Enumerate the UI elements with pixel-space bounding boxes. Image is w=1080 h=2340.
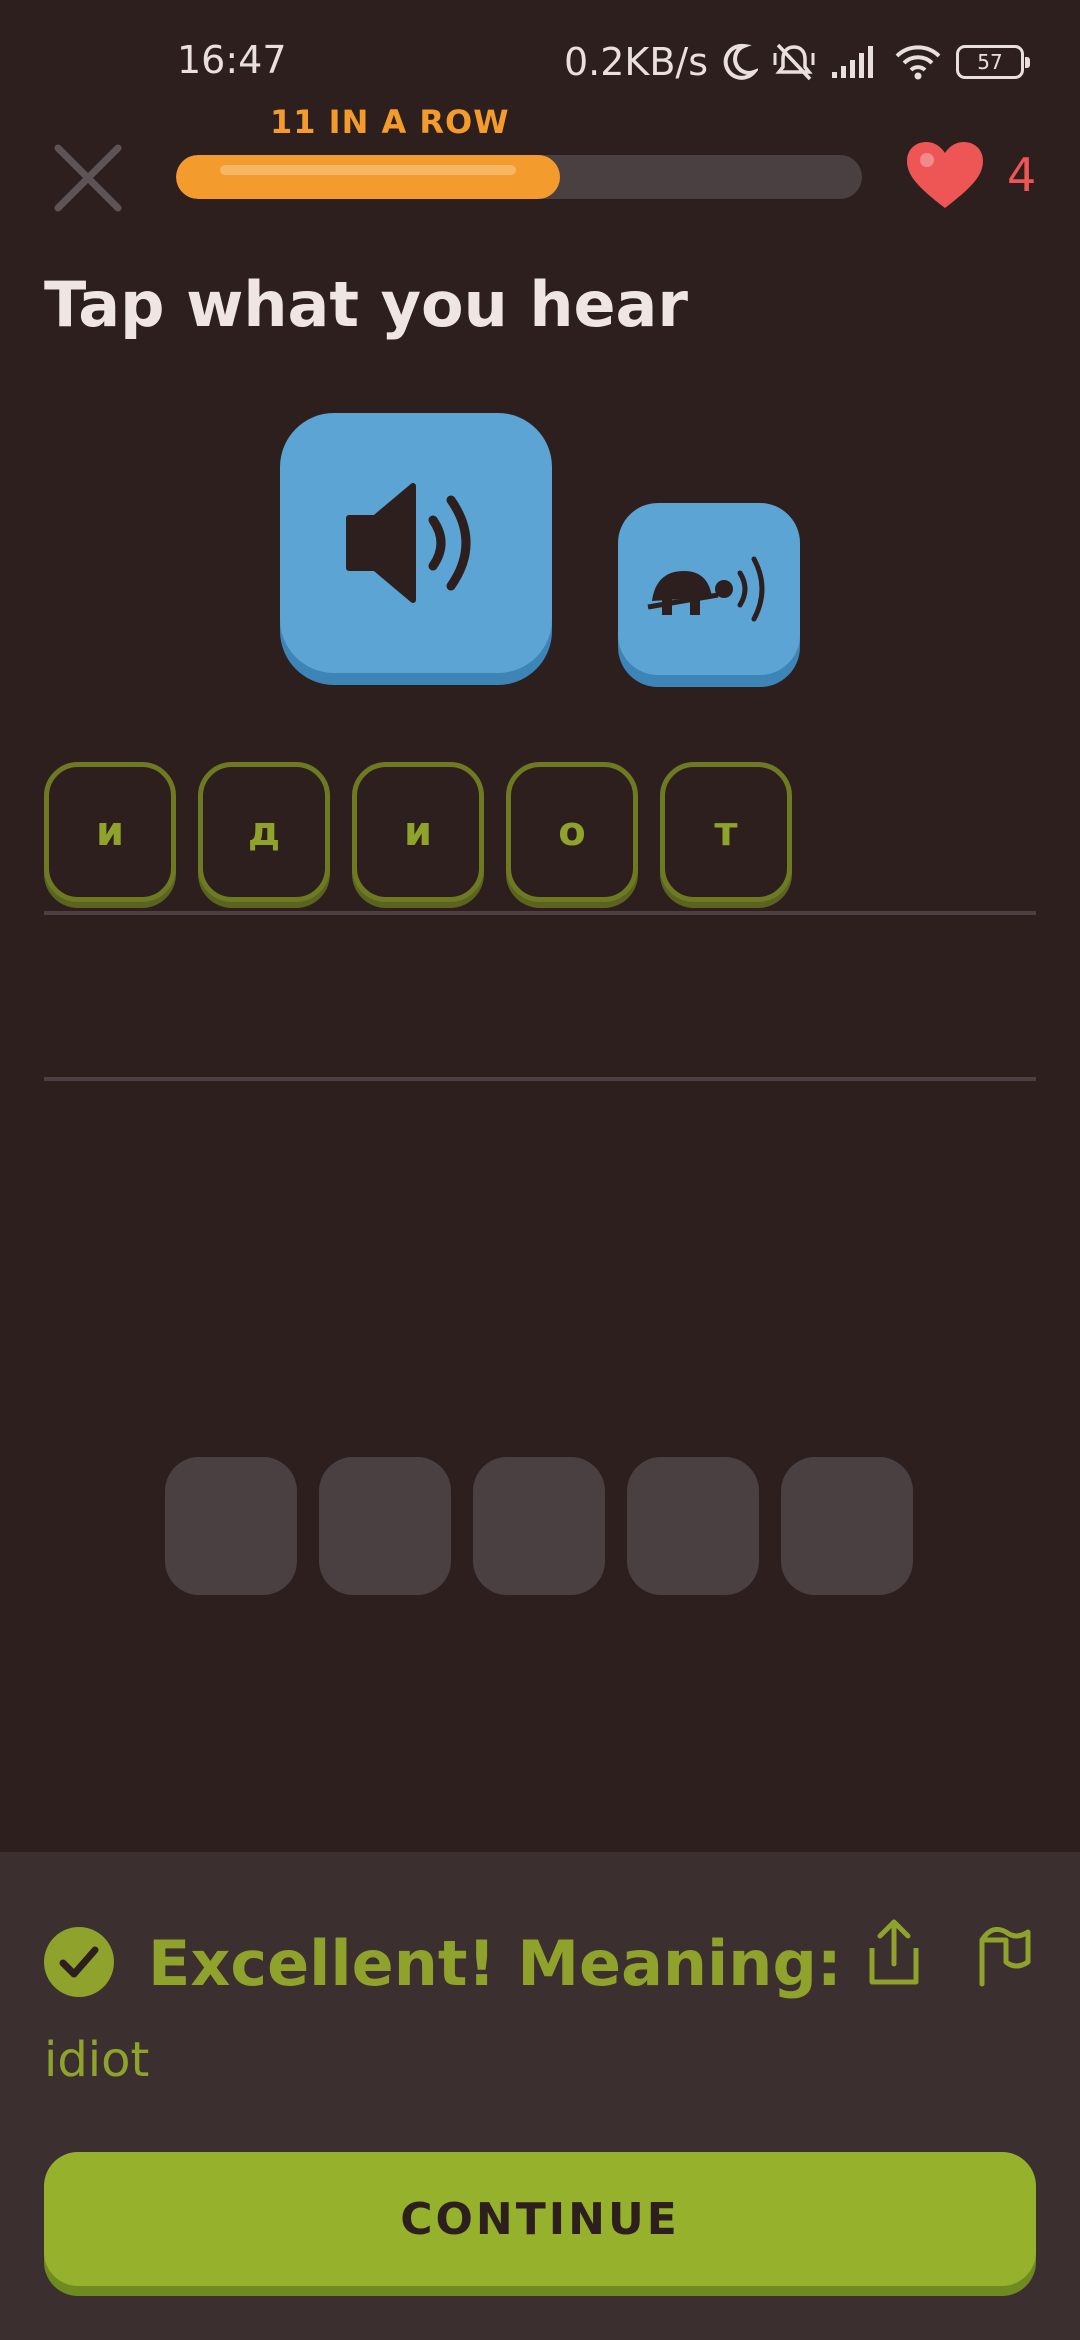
battery-icon: 57 (956, 45, 1030, 79)
moon-icon (723, 43, 758, 80)
empty-bank-slot (473, 1457, 605, 1595)
play-audio-button[interactable] (280, 413, 552, 673)
streak-label: 11 IN A ROW (270, 103, 510, 141)
progress-fill (176, 155, 561, 199)
answer-tiles: идиот (44, 762, 792, 902)
empty-bank-slot (165, 1457, 297, 1595)
meaning-text: idiot (44, 2032, 150, 2088)
answer-tile[interactable]: и (352, 762, 484, 902)
heart-icon (907, 142, 983, 208)
continue-button[interactable]: CONTINUE (44, 2152, 1036, 2286)
silent-bell-icon (773, 43, 815, 81)
empty-bank-slot (319, 1457, 451, 1595)
play-slow-audio-button[interactable] (618, 503, 800, 675)
signal-icon (832, 46, 873, 78)
feedback-title: Excellent! Meaning: (148, 1927, 842, 2000)
flag-icon[interactable] (974, 1918, 1034, 1988)
hearts-count: 4 (1007, 148, 1037, 202)
wifi-icon (895, 45, 941, 80)
feedback-panel: Excellent! Meaning: idiot CONTINUE (0, 1852, 1080, 2340)
network-speed: 0.2KB/s (563, 40, 708, 84)
lesson-progress-bar (176, 155, 862, 199)
word-bank (165, 1457, 913, 1595)
answer-tile[interactable]: д (198, 762, 330, 902)
speaker-icon (346, 483, 471, 603)
share-icon[interactable] (864, 1918, 924, 1988)
answer-line (44, 1077, 1036, 1081)
answer-tile[interactable]: т (660, 762, 792, 902)
answer-line (44, 911, 1036, 915)
status-icons: 0.2KB/s 57 (563, 36, 1030, 88)
lesson-screen: 16:47 0.2KB/s 57 11 IN A ROW 4 Tap what … (0, 0, 1080, 2340)
progress-shine (220, 165, 517, 175)
check-badge (44, 1927, 114, 1997)
answer-tile[interactable]: о (506, 762, 638, 902)
battery-level: 57 (977, 50, 1003, 74)
check-icon (59, 1946, 99, 1978)
status-bar: 16:47 0.2KB/s 57 (0, 0, 1080, 120)
status-time: 16:47 (177, 38, 287, 82)
answer-tile[interactable]: и (44, 762, 176, 902)
exercise-prompt: Tap what you hear (44, 268, 688, 341)
hearts-counter: 4 (905, 140, 1036, 210)
empty-bank-slot (781, 1457, 913, 1595)
close-icon[interactable] (50, 140, 126, 216)
turtle-speaker-icon (647, 556, 765, 622)
empty-bank-slot (627, 1457, 759, 1595)
